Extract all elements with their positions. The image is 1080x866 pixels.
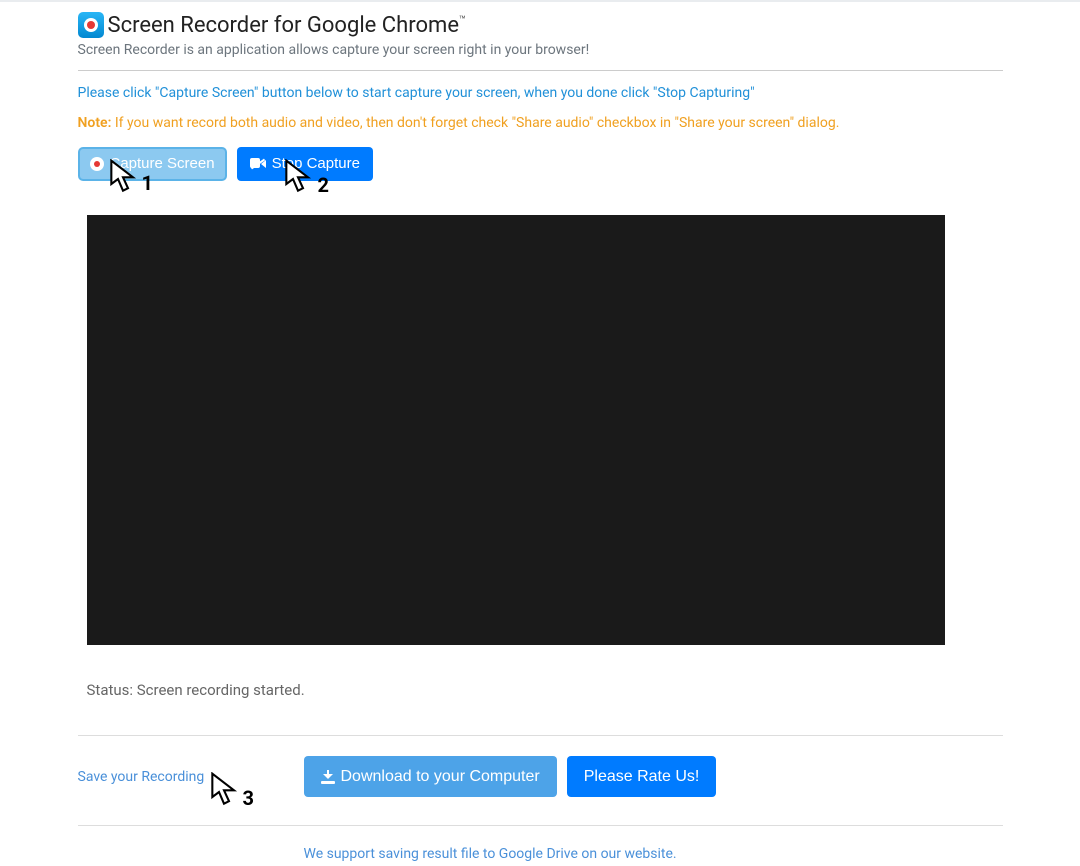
rate-us-button[interactable]: Please Rate Us! bbox=[567, 756, 717, 797]
rate-button-label: Please Rate Us! bbox=[584, 767, 700, 786]
note-prefix: Note: bbox=[78, 115, 112, 131]
camera-off-icon bbox=[250, 157, 266, 171]
annotation-label-1: 1 bbox=[142, 171, 153, 195]
title-text: Screen Recorder for Google Chrome bbox=[108, 13, 459, 38]
page-subtitle: Screen Recorder is an application allows… bbox=[78, 42, 1003, 58]
header-divider bbox=[78, 70, 1003, 71]
download-button-label: Download to your Computer bbox=[341, 767, 540, 786]
status-text: Status: Screen recording started. bbox=[87, 681, 1003, 699]
video-preview-area[interactable] bbox=[87, 215, 945, 645]
stop-button-label: Stop Capture bbox=[272, 155, 360, 173]
section-divider bbox=[78, 735, 1003, 736]
save-row: Save your Recording Download to your Com… bbox=[78, 756, 1003, 797]
instruction-text: Please click "Capture Screen" button bel… bbox=[78, 85, 1003, 101]
main-container: Screen Recorder for Google Chrome™ Scree… bbox=[78, 2, 1003, 862]
annotation-label-2: 2 bbox=[318, 173, 329, 197]
stop-capture-button[interactable]: Stop Capture bbox=[237, 147, 373, 181]
annotation-label-3: 3 bbox=[243, 786, 254, 810]
record-icon bbox=[90, 157, 104, 171]
header: Screen Recorder for Google Chrome™ bbox=[78, 12, 1003, 38]
app-record-icon bbox=[78, 12, 104, 38]
download-icon bbox=[321, 770, 335, 784]
download-button[interactable]: Download to your Computer bbox=[304, 756, 557, 797]
save-buttons: Download to your Computer Please Rate Us… bbox=[304, 756, 717, 797]
capture-button-row: Capture Screen Stop Capture 1 2 bbox=[78, 147, 1003, 181]
footer-divider bbox=[78, 825, 1003, 826]
note-line: Note: If you want record both audio and … bbox=[78, 115, 1003, 131]
trademark-symbol: ™ bbox=[459, 13, 466, 26]
note-text: If you want record both audio and video,… bbox=[111, 115, 839, 131]
support-text: We support saving result file to Google … bbox=[304, 846, 1003, 862]
save-recording-label: Save your Recording bbox=[78, 769, 304, 785]
page-title: Screen Recorder for Google Chrome™ bbox=[108, 13, 466, 38]
capture-button-label: Capture Screen bbox=[110, 155, 215, 173]
